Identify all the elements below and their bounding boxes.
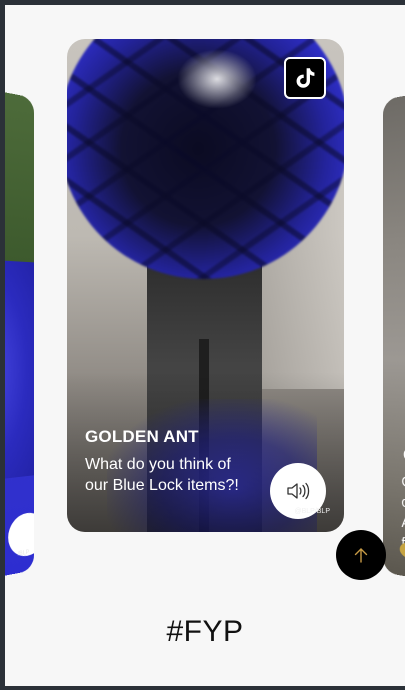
video-highlight xyxy=(177,49,257,109)
card-text-line: Cr xyxy=(401,473,405,492)
tiktok-logo-icon xyxy=(296,68,315,88)
video-card-right[interactable]: @s G Cr ch As fav xyxy=(382,79,405,593)
speaker-icon xyxy=(287,482,310,500)
video-card-left[interactable]: /BLP xyxy=(5,81,35,587)
video-card-main[interactable]: GOLDEN ANT What do you think of our Blue… xyxy=(67,39,344,532)
tiktok-icon[interactable] xyxy=(284,57,326,99)
hashtag-heading: #FYP xyxy=(166,615,244,648)
arrow-up-icon xyxy=(354,548,368,563)
card-text: What do you think of our Blue Lock items… xyxy=(85,456,239,494)
scroll-to-top-button[interactable] xyxy=(336,530,386,580)
card-text-line: ch xyxy=(401,493,405,513)
carousel-section: /BLP @s G Cr ch As fav GOLDEN ANT What d… xyxy=(5,5,405,686)
card-credit: /BLP xyxy=(17,549,30,558)
card-title: GOLDEN ANT xyxy=(85,427,199,446)
card-credit: @BLP/BLP xyxy=(294,508,330,515)
card-image xyxy=(5,257,35,486)
